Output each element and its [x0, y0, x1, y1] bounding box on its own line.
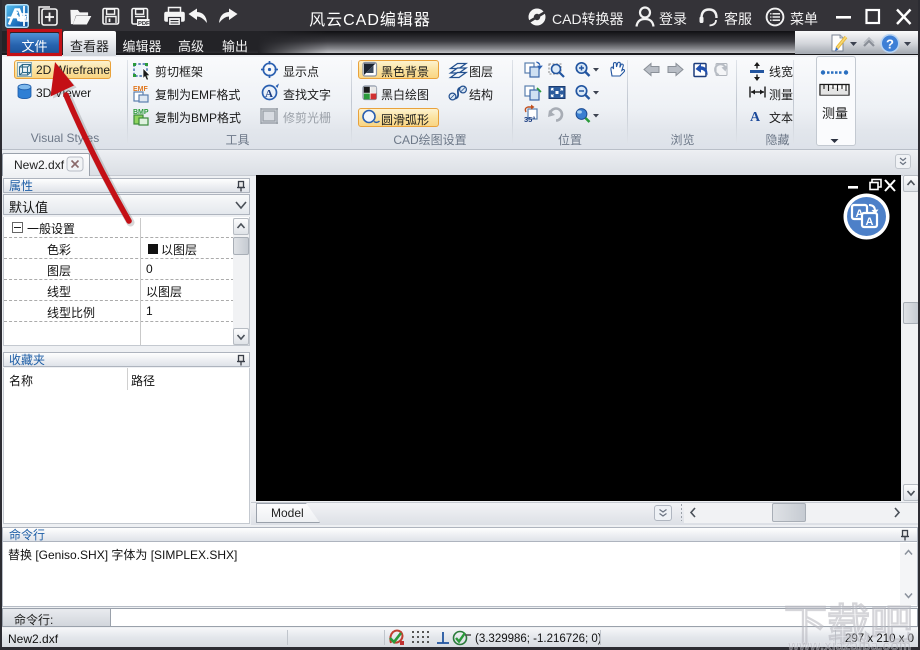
svg-text:A: A	[866, 216, 874, 228]
svg-text:35°: 35°	[524, 115, 535, 124]
svg-text:A: A	[750, 110, 761, 125]
svg-text:A: A	[265, 88, 273, 100]
